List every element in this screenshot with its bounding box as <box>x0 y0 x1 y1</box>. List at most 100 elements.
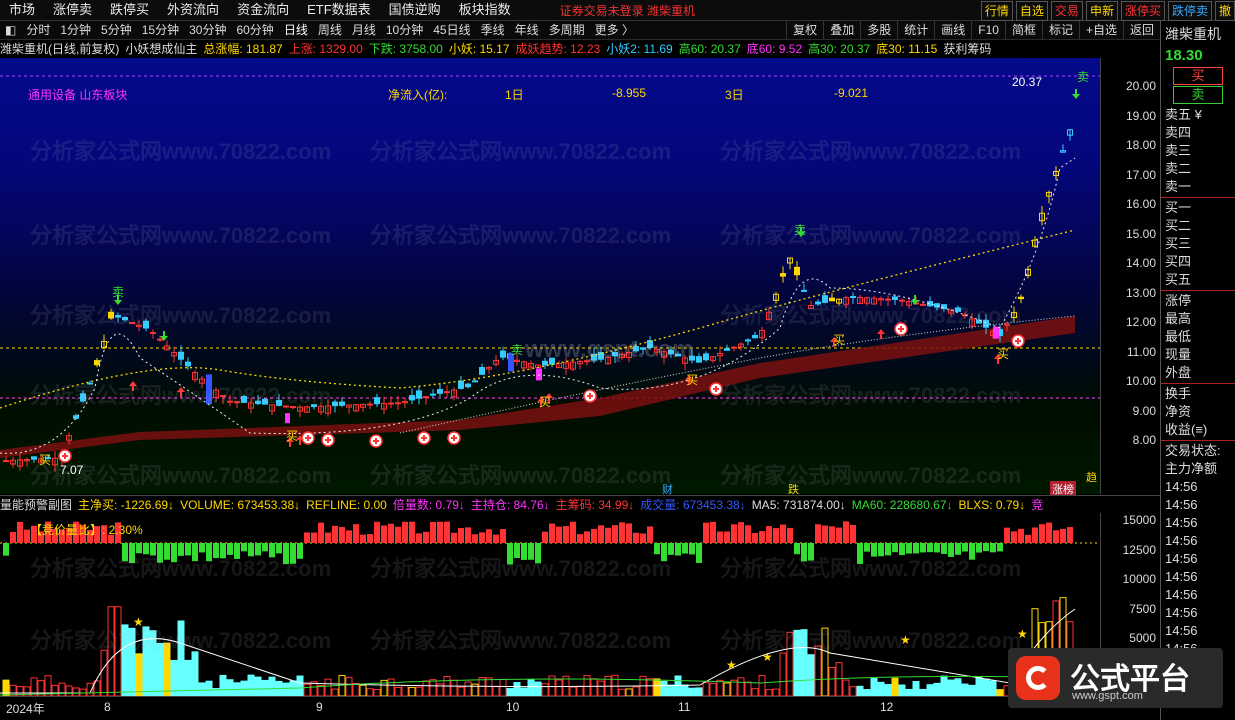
right-tab[interactable]: 交易 <box>1050 1 1083 21</box>
toolbar-button[interactable]: 统计 <box>897 21 934 39</box>
menu-item[interactable]: 跌停买 <box>101 0 158 20</box>
volume-bar <box>835 662 843 696</box>
period-tab[interactable]: 5分钟 <box>96 21 137 39</box>
period-tab[interactable]: 多周期 <box>544 21 590 39</box>
flow-1d-value: -8.955 <box>612 86 647 100</box>
toolbar-button[interactable]: F10 <box>971 21 1005 39</box>
volume-bar <box>779 652 787 696</box>
volume-bar <box>751 688 759 696</box>
period-tab[interactable]: 周线 <box>313 21 347 39</box>
collapse-icon[interactable]: ◧ <box>0 21 21 39</box>
menu-item[interactable]: 外资流向 <box>158 0 228 20</box>
watermark: 分析家公式网www.70822.com <box>30 628 332 653</box>
kline-chart[interactable]: 卖卖卖卖买买买买买买 通用设备 山东板块 净流入(亿): 1日 -8.955 3… <box>0 58 1100 497</box>
period-tab[interactable]: 季线 <box>476 21 510 39</box>
volume-bar <box>576 685 584 696</box>
menu-item[interactable]: 涨停卖 <box>44 0 101 20</box>
period-tab[interactable]: 年线 <box>510 21 544 39</box>
toolbar-button[interactable]: 返回 <box>1122 21 1160 39</box>
menu-item[interactable]: 资金流向 <box>228 0 298 20</box>
toolbar-button[interactable]: 叠加 <box>823 21 860 39</box>
period-tab[interactable]: 更多 〉 <box>590 21 639 39</box>
volume-bar <box>422 680 430 696</box>
candle-body <box>157 338 163 341</box>
net-buy-bar <box>556 526 562 543</box>
toolbar-button[interactable]: 简框 <box>1004 21 1042 39</box>
high-marker: 20.37 <box>1012 75 1043 89</box>
right-tab[interactable]: 跌停卖 <box>1167 1 1212 21</box>
sell-level: 卖一 <box>1165 179 1192 194</box>
toolbar-button[interactable]: 复权 <box>786 21 823 39</box>
period-tab[interactable]: 月线 <box>347 21 381 39</box>
period-tab[interactable]: 60分钟 <box>231 21 278 39</box>
indicator-value: 小妖: 15.17 <box>448 42 510 56</box>
buy-level: 买二 <box>1165 218 1192 233</box>
net-buy-bar <box>472 534 478 543</box>
volume-chart[interactable]: ★ ★ ★ ★ ★ 【竞价量比】: 2.30% 分析家公式网www.70822.com … <box>0 513 1100 696</box>
volume-bar <box>282 682 290 696</box>
period-tab[interactable]: 日线 <box>279 21 313 39</box>
kline-svg[interactable]: 卖卖卖卖买买买买买买 <box>0 58 1100 494</box>
volume-bar <box>450 679 458 696</box>
indicator-value: 上涨: 1329.00 <box>288 42 363 56</box>
right-tab[interactable]: 自选 <box>1015 1 1048 21</box>
net-buy-bar <box>836 527 842 543</box>
net-buy-bar <box>647 526 653 543</box>
volume-bar <box>912 681 920 696</box>
net-buy-bar <box>738 522 744 543</box>
period-tab[interactable]: 分时 <box>21 21 55 39</box>
period-tab[interactable]: 10分钟 <box>381 21 428 39</box>
candle-body <box>374 397 380 405</box>
menu-item[interactable]: 市场 <box>0 0 44 20</box>
net-buy-bar <box>465 527 471 543</box>
price-tick: 20.00 <box>1125 79 1156 93</box>
sell-button[interactable]: 卖 <box>1173 86 1223 104</box>
right-tab[interactable]: 撤 <box>1214 1 1235 21</box>
volume-bar <box>702 681 710 696</box>
menu-item[interactable]: 板块指数 <box>450 0 520 20</box>
volume-bar <box>296 675 304 696</box>
volume-bar <box>331 688 339 696</box>
period-tab[interactable]: 30分钟 <box>184 21 231 39</box>
candle-body <box>752 334 758 339</box>
net-buy-bar <box>17 521 23 543</box>
volume-bar <box>891 677 899 696</box>
watermark: 分析家公式网www.70822.com <box>370 628 672 653</box>
toolbar-button[interactable]: 标记 <box>1041 21 1079 39</box>
price-tick: 18.00 <box>1125 138 1156 152</box>
period-tab[interactable]: 45日线 <box>428 21 475 39</box>
menu-item[interactable]: ETF数据表 <box>298 0 380 20</box>
buy-level: 买五 <box>1165 272 1192 287</box>
net-buy-bar <box>591 528 597 543</box>
volume-svg[interactable]: ★★★★ ★ <box>0 513 1100 696</box>
volume-bar <box>968 684 976 696</box>
toolbar-button[interactable]: +自选 <box>1078 21 1123 39</box>
sell-level: 卖二 <box>1165 161 1192 176</box>
volume-tick: 7500 <box>1129 601 1156 616</box>
auction-label: 【竞价量比】: 2.30% <box>30 523 143 537</box>
menu-item[interactable]: 国债逆购 <box>380 0 450 20</box>
volume-bar <box>982 678 990 696</box>
volume-bar <box>401 684 409 696</box>
price-axis: 20.00 19.00 18.00 17.00 16.00 15.00 14.00 13.00… <box>1100 58 1160 494</box>
volume-bar <box>191 651 199 696</box>
sub-indicator-value: 主持仓: 84.76↓ <box>470 498 550 512</box>
toolbar-button[interactable]: 多股 <box>860 21 897 39</box>
toolbar-button[interactable]: 画线 <box>934 21 971 39</box>
volume-bar <box>254 676 262 696</box>
period-tab[interactable]: 1分钟 <box>55 21 96 39</box>
candle-body <box>409 395 415 401</box>
tick-time: 14:56 <box>1165 605 1198 620</box>
signal-label: 卖 <box>511 343 523 357</box>
net-buy-bar <box>1032 527 1038 543</box>
volume-bar <box>527 679 535 696</box>
right-tab[interactable]: 涨停买 <box>1120 1 1165 21</box>
buy-button[interactable]: 买 <box>1173 67 1223 85</box>
period-tab[interactable]: 15分钟 <box>137 21 184 39</box>
tick-time: 14:56 <box>1165 479 1198 494</box>
sub-indicator-value: 倍量数: 0.79↓ <box>392 498 465 512</box>
tick-time: 14:56 <box>1165 533 1198 548</box>
right-tab[interactable]: 行情 <box>980 1 1013 21</box>
right-tab[interactable]: 申新 <box>1085 1 1118 21</box>
indicator-value: 高30: 20.37 <box>808 42 871 56</box>
